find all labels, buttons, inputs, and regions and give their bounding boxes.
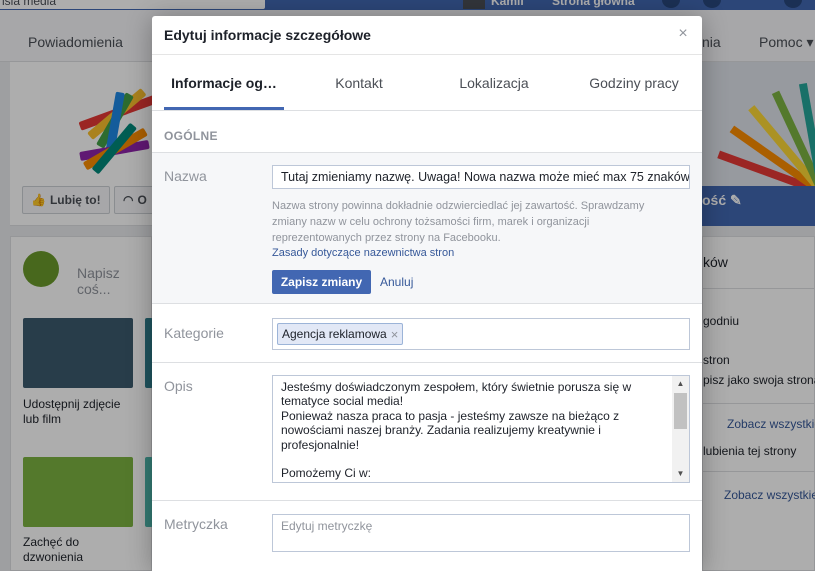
description-line	[281, 452, 669, 466]
description-label: Opis	[164, 378, 193, 394]
section-title: OGÓLNE	[164, 129, 218, 143]
tab-contact[interactable]: Kontakt	[299, 55, 419, 110]
description-line: nowościami naszej branży. Zadania realiz…	[281, 423, 601, 438]
dialog-tabs: Informacje og… Kontakt Lokalizacja Godzi…	[152, 55, 702, 111]
metryczka-row: Metryczka Edytuj metryczkę	[152, 501, 702, 571]
dialog-header: Edytuj informacje szczegółowe ×	[152, 16, 702, 55]
dialog-title: Edytuj informacje szczegółowe	[164, 27, 371, 43]
remove-tag-icon[interactable]: ×	[391, 327, 399, 342]
close-icon[interactable]: ×	[676, 26, 690, 42]
metryczka-input[interactable]: Edytuj metryczkę	[272, 514, 690, 552]
tab-opening-hours[interactable]: Godziny pracy	[569, 55, 699, 110]
description-line: Pomożemy Ci w:	[281, 466, 372, 481]
categories-row: Kategorie Agencja reklamowa ×	[152, 305, 702, 363]
active-tab-indicator	[164, 107, 284, 110]
description-textarea[interactable]: Jesteśmy doświadczonym zespołem, który ś…	[272, 375, 690, 483]
metryczka-label: Metryczka	[164, 516, 228, 532]
cancel-button[interactable]: Anuluj	[380, 275, 413, 289]
scroll-up-icon[interactable]: ▲	[672, 376, 689, 392]
description-line: Jesteśmy doświadczonym zespołem, który ś…	[281, 380, 632, 394]
tab-location[interactable]: Lokalizacja	[434, 55, 554, 110]
name-help-text: Nazwa strony powinna dokładnie odzwierci…	[272, 200, 645, 244]
textarea-scrollbar[interactable]: ▲ ▼	[672, 376, 689, 482]
naming-policy-link[interactable]: Zasady dotyczące nazewnictwa stron	[272, 247, 454, 259]
save-changes-button[interactable]: Zapisz zmiany	[272, 270, 371, 294]
category-tag: Agencja reklamowa ×	[277, 323, 404, 345]
scrollbar-thumb[interactable]	[674, 393, 687, 429]
edit-details-dialog: Edytuj informacje szczegółowe × Informac…	[152, 16, 702, 571]
description-line: profesjonalnie!	[281, 437, 360, 452]
description-line: Ponieważ nasza praca to pasja - jesteśmy…	[281, 408, 620, 423]
name-label: Nazwa	[164, 168, 207, 184]
category-tag-label: Agencja reklamowa	[282, 327, 387, 341]
description-line: tematyce social media!	[281, 394, 404, 409]
tab-general-info[interactable]: Informacje og…	[164, 55, 284, 110]
scroll-down-icon[interactable]: ▼	[672, 466, 689, 482]
categories-label: Kategorie	[164, 325, 224, 341]
name-row: Nazwa Tutaj zmieniamy nazwę. Uwaga! Nowa…	[152, 152, 702, 304]
name-input[interactable]: Tutaj zmieniamy nazwę. Uwaga! Nowa nazwa…	[272, 165, 690, 189]
categories-input[interactable]: Agencja reklamowa ×	[272, 318, 690, 350]
description-row: Opis Jesteśmy doświadczonym zespołem, kt…	[152, 363, 702, 501]
